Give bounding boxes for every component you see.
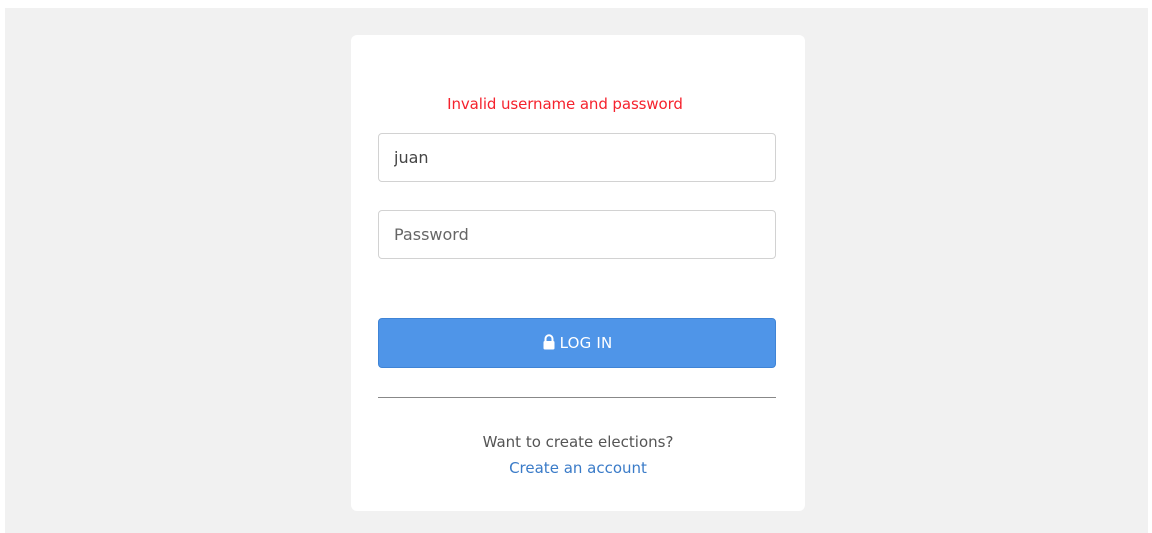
- lock-icon: [542, 334, 556, 350]
- divider: [378, 397, 776, 398]
- password-input[interactable]: [378, 210, 776, 259]
- username-input[interactable]: [378, 133, 776, 182]
- signup-prompt: Want to create elections?: [482, 433, 674, 451]
- login-card: Invalid username and password LOG IN Wan…: [351, 35, 805, 511]
- login-button-label: LOG IN: [559, 334, 613, 352]
- page-background: Invalid username and password LOG IN Wan…: [5, 8, 1148, 533]
- login-button[interactable]: LOG IN: [378, 318, 776, 368]
- create-account-link[interactable]: Create an account: [351, 459, 805, 477]
- error-message: Invalid username and password: [447, 95, 683, 113]
